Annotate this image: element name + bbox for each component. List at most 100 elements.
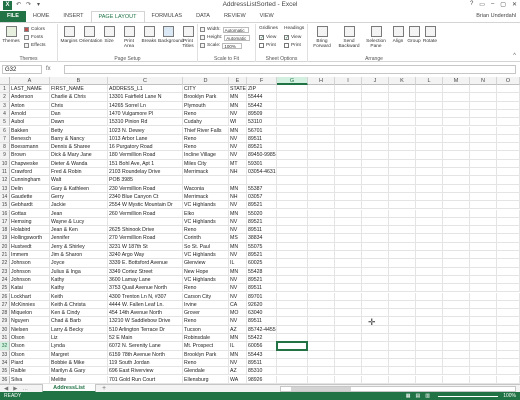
table-cell[interactable]: Reno: [183, 226, 229, 235]
table-cell[interactable]: [497, 101, 520, 110]
table-cell[interactable]: [335, 184, 362, 193]
table-cell[interactable]: Boessmann: [10, 143, 50, 152]
row-header[interactable]: 2: [0, 93, 10, 102]
table-cell[interactable]: [308, 309, 335, 318]
table-cell[interactable]: Cunningham: [10, 176, 50, 185]
table-cell[interactable]: 3231 W 187th St: [108, 242, 183, 251]
table-cell[interactable]: [335, 275, 362, 285]
gridlines-print-checkbox[interactable]: Print: [259, 42, 276, 49]
row-header[interactable]: 6: [0, 126, 10, 135]
table-cell[interactable]: 89521: [247, 275, 277, 285]
table-cell[interactable]: [497, 251, 520, 260]
table-cell[interactable]: [497, 325, 520, 334]
table-cell[interactable]: 180 Vermillion Road: [108, 151, 183, 160]
table-cell[interactable]: [389, 184, 416, 193]
table-cell[interactable]: [277, 93, 308, 102]
row-header[interactable]: 35: [0, 367, 10, 376]
table-cell[interactable]: [362, 292, 389, 301]
table-cell[interactable]: [308, 242, 335, 251]
table-cell[interactable]: 270 Vermillion Road: [108, 234, 183, 243]
table-cell[interactable]: [308, 350, 335, 359]
table-cell[interactable]: [389, 325, 416, 334]
header-cell[interactable]: [389, 85, 416, 94]
table-cell[interactable]: MO: [229, 309, 247, 318]
table-cell[interactable]: [308, 292, 335, 301]
table-cell[interactable]: [308, 300, 335, 310]
table-cell[interactable]: [497, 317, 520, 326]
table-cell[interactable]: [277, 358, 308, 368]
table-cell[interactable]: [362, 109, 389, 119]
table-cell[interactable]: 696 East Riverview: [108, 367, 183, 376]
tab-file[interactable]: FILE: [0, 11, 26, 22]
tab-insert[interactable]: INSERT: [56, 11, 90, 22]
table-cell[interactable]: [416, 234, 443, 243]
table-cell[interactable]: Joyce: [50, 259, 108, 268]
table-cell[interactable]: [443, 367, 470, 376]
table-cell[interactable]: CA: [229, 300, 247, 310]
row-header[interactable]: 13: [0, 184, 10, 193]
table-cell[interactable]: [362, 242, 389, 251]
rotate-button[interactable]: Rotate: [422, 26, 438, 44]
table-cell[interactable]: [470, 134, 497, 144]
table-cell[interactable]: Katai: [10, 284, 50, 293]
table-cell[interactable]: [335, 226, 362, 235]
table-cell[interactable]: [308, 176, 335, 185]
row-header[interactable]: 23: [0, 267, 10, 276]
row-header[interactable]: 34: [0, 358, 10, 368]
table-cell[interactable]: Gary & Kathleen: [50, 184, 108, 193]
table-cell[interactable]: MT: [229, 159, 247, 168]
table-cell[interactable]: [308, 192, 335, 202]
tab-home[interactable]: HOME: [26, 11, 57, 22]
table-cell[interactable]: [277, 234, 308, 243]
table-cell[interactable]: [308, 201, 335, 210]
table-cell[interactable]: POB 3985: [108, 176, 183, 185]
header-cell[interactable]: CITY: [183, 85, 229, 94]
table-cell[interactable]: [497, 209, 520, 218]
table-cell[interactable]: [470, 126, 497, 135]
table-cell[interactable]: [389, 259, 416, 268]
table-cell[interactable]: [470, 184, 497, 193]
table-cell[interactable]: [443, 259, 470, 268]
table-cell[interactable]: [108, 217, 183, 227]
table-cell[interactable]: [308, 234, 335, 243]
table-cell[interactable]: 53110: [247, 118, 277, 127]
table-cell[interactable]: [443, 309, 470, 318]
table-cell[interactable]: [362, 259, 389, 268]
table-cell[interactable]: [443, 176, 470, 185]
table-cell[interactable]: [416, 143, 443, 152]
table-cell[interactable]: [335, 317, 362, 326]
table-cell[interactable]: [497, 292, 520, 301]
table-cell[interactable]: [362, 275, 389, 285]
header-cell[interactable]: [362, 85, 389, 94]
table-cell[interactable]: [497, 342, 520, 351]
table-cell[interactable]: [389, 192, 416, 202]
table-cell[interactable]: 60025: [247, 259, 277, 268]
header-cell[interactable]: [443, 85, 470, 94]
breaks-button[interactable]: Breaks: [139, 26, 159, 44]
table-cell[interactable]: Johnson: [10, 275, 50, 285]
table-cell[interactable]: [277, 217, 308, 227]
name-box[interactable]: G32: [2, 65, 42, 74]
table-cell[interactable]: [497, 334, 520, 343]
row-header[interactable]: 15: [0, 201, 10, 210]
table-cell[interactable]: 13301 Fairfield Lane N: [108, 93, 183, 102]
row-header[interactable]: 29: [0, 317, 10, 326]
table-cell[interactable]: [277, 259, 308, 268]
table-cell[interactable]: Melitte: [50, 375, 108, 384]
table-cell[interactable]: 89511: [247, 358, 277, 368]
table-cell[interactable]: Brooklyn Park: [183, 93, 229, 102]
table-cell[interactable]: [416, 342, 443, 351]
bring-forward-button[interactable]: Bring Forward: [310, 26, 334, 49]
table-cell[interactable]: Lockhart: [10, 292, 50, 301]
table-cell[interactable]: [389, 284, 416, 293]
table-cell[interactable]: [443, 184, 470, 193]
table-cell[interactable]: 03057: [247, 192, 277, 202]
table-cell[interactable]: [335, 209, 362, 218]
table-cell[interactable]: 55428: [247, 267, 277, 276]
normal-view-icon[interactable]: ▦: [406, 392, 411, 400]
header-cell[interactable]: ADDRESS_L1: [108, 85, 183, 94]
table-cell[interactable]: [389, 375, 416, 384]
table-cell[interactable]: Julius & Inga: [50, 267, 108, 276]
table-cell[interactable]: Wayne & Lucy: [50, 217, 108, 227]
table-cell[interactable]: [277, 101, 308, 110]
